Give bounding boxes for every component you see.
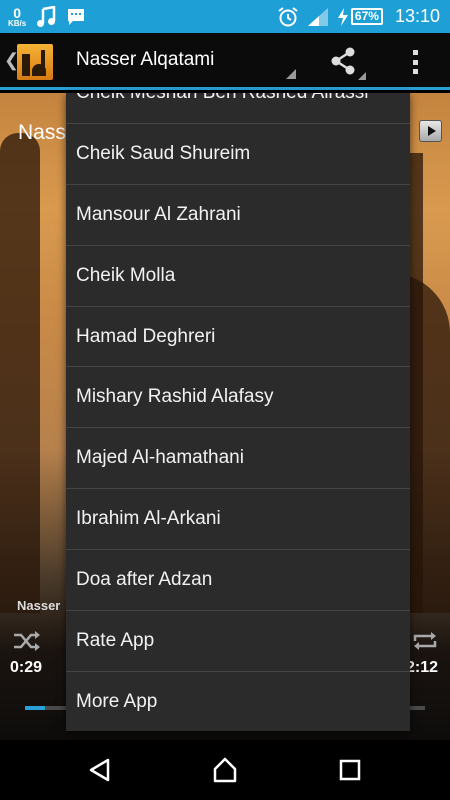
overflow-dot-icon — [412, 69, 418, 74]
overflow-menu-button[interactable] — [405, 47, 425, 77]
app-logo[interactable] — [17, 44, 53, 80]
overflow-dot-icon — [412, 50, 418, 55]
menu-item[interactable]: Ibrahim Al-Arkani — [66, 489, 410, 551]
nav-recents-icon[interactable] — [336, 756, 364, 784]
message-icon — [68, 8, 85, 25]
spinner-corner-icon — [286, 69, 296, 79]
action-bar: ❮ Nasser Alqatami — [0, 33, 450, 90]
menu-item[interactable]: Doa after Adzan — [66, 550, 410, 612]
seek-bar-progress — [25, 706, 45, 710]
menu-item[interactable]: Rate App — [66, 611, 410, 672]
menu-item[interactable]: More App — [66, 672, 410, 731]
nav-home-icon[interactable] — [211, 756, 239, 784]
status-bar: 0 KB/s 67% 13:10 — [0, 0, 450, 33]
network-speed-value: 0 — [13, 4, 22, 21]
menu-list: Cheik Meshari Ben Rashed AlrassiCheik Sa… — [66, 93, 410, 731]
share-corner-icon — [358, 72, 366, 80]
share-button[interactable] — [328, 46, 366, 80]
network-speed-unit: KB/s — [8, 18, 27, 28]
reciter-spinner[interactable]: Nasser Alqatami — [76, 49, 296, 79]
menu-item[interactable]: Majed Al-hamathani — [66, 428, 410, 490]
charging-bolt-icon — [337, 7, 348, 26]
player-track-title: Nasser — [17, 598, 61, 613]
network-speed: 0 KB/s — [8, 6, 26, 28]
play-button[interactable] — [419, 120, 442, 142]
background-silhouette — [0, 133, 40, 613]
status-clock: 13:10 — [394, 6, 440, 26]
alarm-icon — [278, 6, 298, 26]
menu-item[interactable]: Cheik Molla — [66, 246, 410, 307]
nav-back-icon[interactable] — [86, 756, 114, 784]
menu-item[interactable]: Cheik Meshari Ben Rashed Alrassi — [66, 93, 410, 124]
battery-indicator: 67% — [337, 7, 383, 26]
reciter-dropdown-menu: Cheik Meshari Ben Rashed AlrassiCheik Sa… — [66, 93, 410, 731]
menu-item[interactable]: Hamad Deghreri — [66, 307, 410, 368]
elapsed-time: 0:29 — [10, 659, 43, 676]
menu-item[interactable]: Mishary Rashid Alafasy — [66, 367, 410, 429]
navigation-bar — [0, 740, 450, 800]
signal-icon — [307, 7, 328, 26]
total-duration: 2:12 — [406, 659, 439, 676]
shuffle-icon[interactable] — [12, 629, 42, 653]
music-note-icon — [37, 5, 56, 27]
menu-item[interactable]: Cheik Saud Shureim — [66, 124, 410, 185]
share-icon — [331, 47, 355, 75]
battery-percent: 67% — [350, 8, 383, 25]
repeat-icon[interactable] — [410, 629, 440, 653]
reciter-spinner-title: Nasser Alqatami — [76, 49, 215, 70]
overflow-dot-icon — [412, 59, 418, 65]
menu-item[interactable]: Mansour Al Zahrani — [66, 185, 410, 246]
